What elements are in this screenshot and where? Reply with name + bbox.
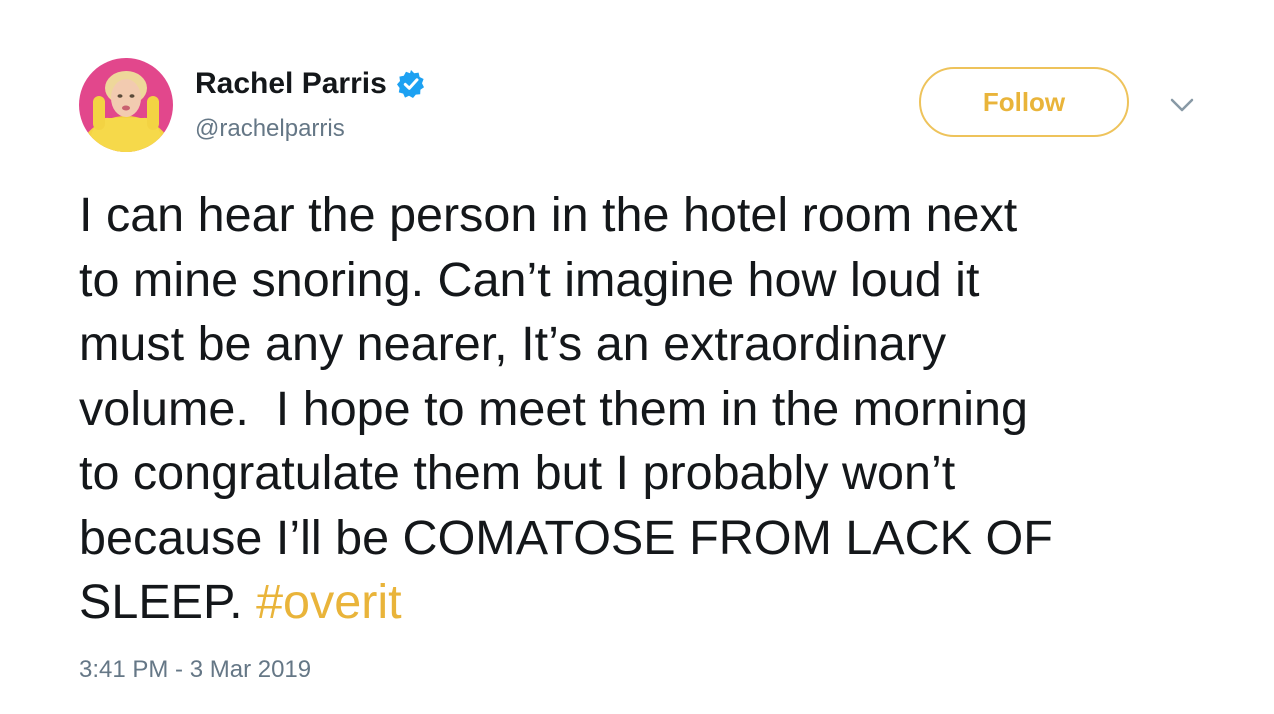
author-name[interactable]: Rachel Parris [195,64,387,104]
follow-button[interactable]: Follow [919,67,1129,137]
avatar[interactable] [79,58,173,152]
hashtag-link[interactable]: #overit [256,575,402,629]
tweet-text: I can hear the person in the hotel room … [79,183,1229,635]
avatar-image [79,58,173,152]
tweet-line: must be any nearer, It’s an extraordinar… [79,317,947,371]
author-name-row: Rachel Parris [195,64,426,104]
tweet-timestamp[interactable]: 3:41 PM - 3 Mar 2019 [79,654,311,686]
tweet-line: volume. I hope to meet them in the morni… [79,381,1028,436]
tweet-line: I can hear the person in the hotel room … [79,188,1018,242]
chevron-down-icon[interactable] [1168,94,1196,116]
tweet-line: to mine snoring. Can’t imagine how loud … [79,252,980,307]
verified-badge-icon [396,70,424,98]
author-handle[interactable]: @rachelparris [195,113,345,145]
tweet-line: because I’ll be COMATOSE FROM LACK OF [79,510,1053,565]
tweet-line: SLEEP. [79,575,257,629]
tweet-line: to congratulate them but I probably won’… [79,446,956,500]
